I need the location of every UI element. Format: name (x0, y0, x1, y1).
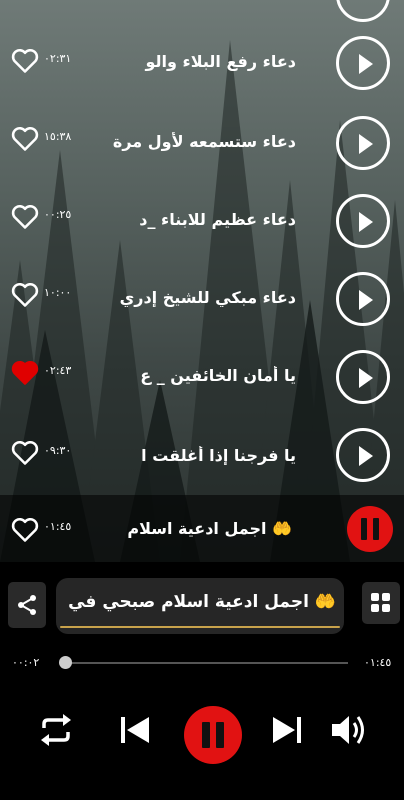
play-button[interactable] (336, 194, 390, 248)
list-item[interactable]: ١٥:٣٨ دعاء ستسمعه لأول مرة (0, 102, 404, 180)
list-item[interactable]: ١٠:٠٠ دعاء مبكي للشيخ إدري (0, 258, 404, 336)
seek-bar[interactable] (62, 662, 348, 664)
pause-button[interactable] (347, 506, 393, 552)
pause-icon (202, 722, 210, 748)
next-icon[interactable] (270, 712, 304, 748)
now-playing-box: 🤲 اجمل ادعية اسلام صبحي في (56, 578, 344, 634)
list-item[interactable]: ٠٢:٣١ دعاء رفع البلاء والو (0, 24, 404, 102)
pause-icon (361, 518, 367, 540)
heart-icon[interactable] (11, 282, 39, 308)
heart-icon[interactable] (11, 517, 39, 543)
track-title: يا فرجنا إذا أغلقت ا (141, 446, 296, 465)
share-icon (18, 595, 36, 615)
track-title: يا أمان الخائفين _ ع (140, 366, 296, 385)
list-item[interactable]: ٠٠:٢٥ دعاء عظيم للابناء _د (0, 180, 404, 258)
play-icon (359, 134, 373, 154)
previous-icon[interactable] (118, 712, 152, 748)
current-track-row[interactable]: ٠١:٤٥ 🤲 اجمل ادعية اسلام (0, 495, 404, 562)
share-button[interactable] (8, 582, 46, 628)
now-playing-title: 🤲 اجمل ادعية اسلام صبحي في (68, 592, 336, 612)
repeat-icon[interactable] (38, 712, 74, 748)
track-title: دعاء رفع البلاء والو (145, 52, 296, 71)
heart-icon[interactable] (11, 204, 39, 230)
play-button[interactable] (336, 428, 390, 482)
heart-icon[interactable] (11, 440, 39, 466)
track-title: دعاء مبكي للشيخ إدري (119, 288, 296, 307)
play-icon (359, 290, 373, 310)
play-button[interactable] (336, 116, 390, 170)
menu-button[interactable] (362, 582, 400, 624)
list-item[interactable]: ٠٩:٣٠ يا فرجنا إذا أغلقت ا (0, 414, 404, 492)
main-pause-button[interactable] (184, 706, 242, 764)
player-bar: 🤲 اجمل ادعية اسلام صبحي في ٠٠:٠٢ ٠١:٤٥ (0, 562, 404, 800)
play-icon (359, 212, 373, 232)
play-button[interactable] (336, 272, 390, 326)
track-title: دعاء عظيم للابناء _د (139, 210, 296, 229)
grid-icon (371, 593, 390, 612)
heart-icon[interactable] (11, 48, 39, 74)
play-button[interactable] (336, 36, 390, 90)
marquee-underline (60, 626, 340, 628)
play-button[interactable] (336, 350, 390, 404)
total-time: ٠١:٤٥ (364, 656, 392, 669)
playlist: ٠٢:٣١ دعاء رفع البلاء والو ١٥:٣٨ دعاء ست… (0, 0, 404, 562)
play-icon (359, 446, 373, 466)
track-title: 🤲 اجمل ادعية اسلام (127, 519, 292, 538)
music-player-screen: ٠٢:٣١ دعاء رفع البلاء والو ١٥:٣٨ دعاء ست… (0, 0, 404, 800)
heart-icon-filled[interactable] (11, 360, 39, 386)
heart-icon[interactable] (11, 126, 39, 152)
seek-handle[interactable] (59, 656, 72, 669)
volume-icon[interactable] (330, 712, 368, 748)
elapsed-time: ٠٠:٠٢ (12, 656, 40, 669)
track-title: دعاء ستسمعه لأول مرة (112, 132, 296, 151)
list-item[interactable]: ٠٢:٤٣ يا أمان الخائفين _ ع (0, 336, 404, 414)
play-icon (359, 368, 373, 388)
play-icon (359, 54, 373, 74)
